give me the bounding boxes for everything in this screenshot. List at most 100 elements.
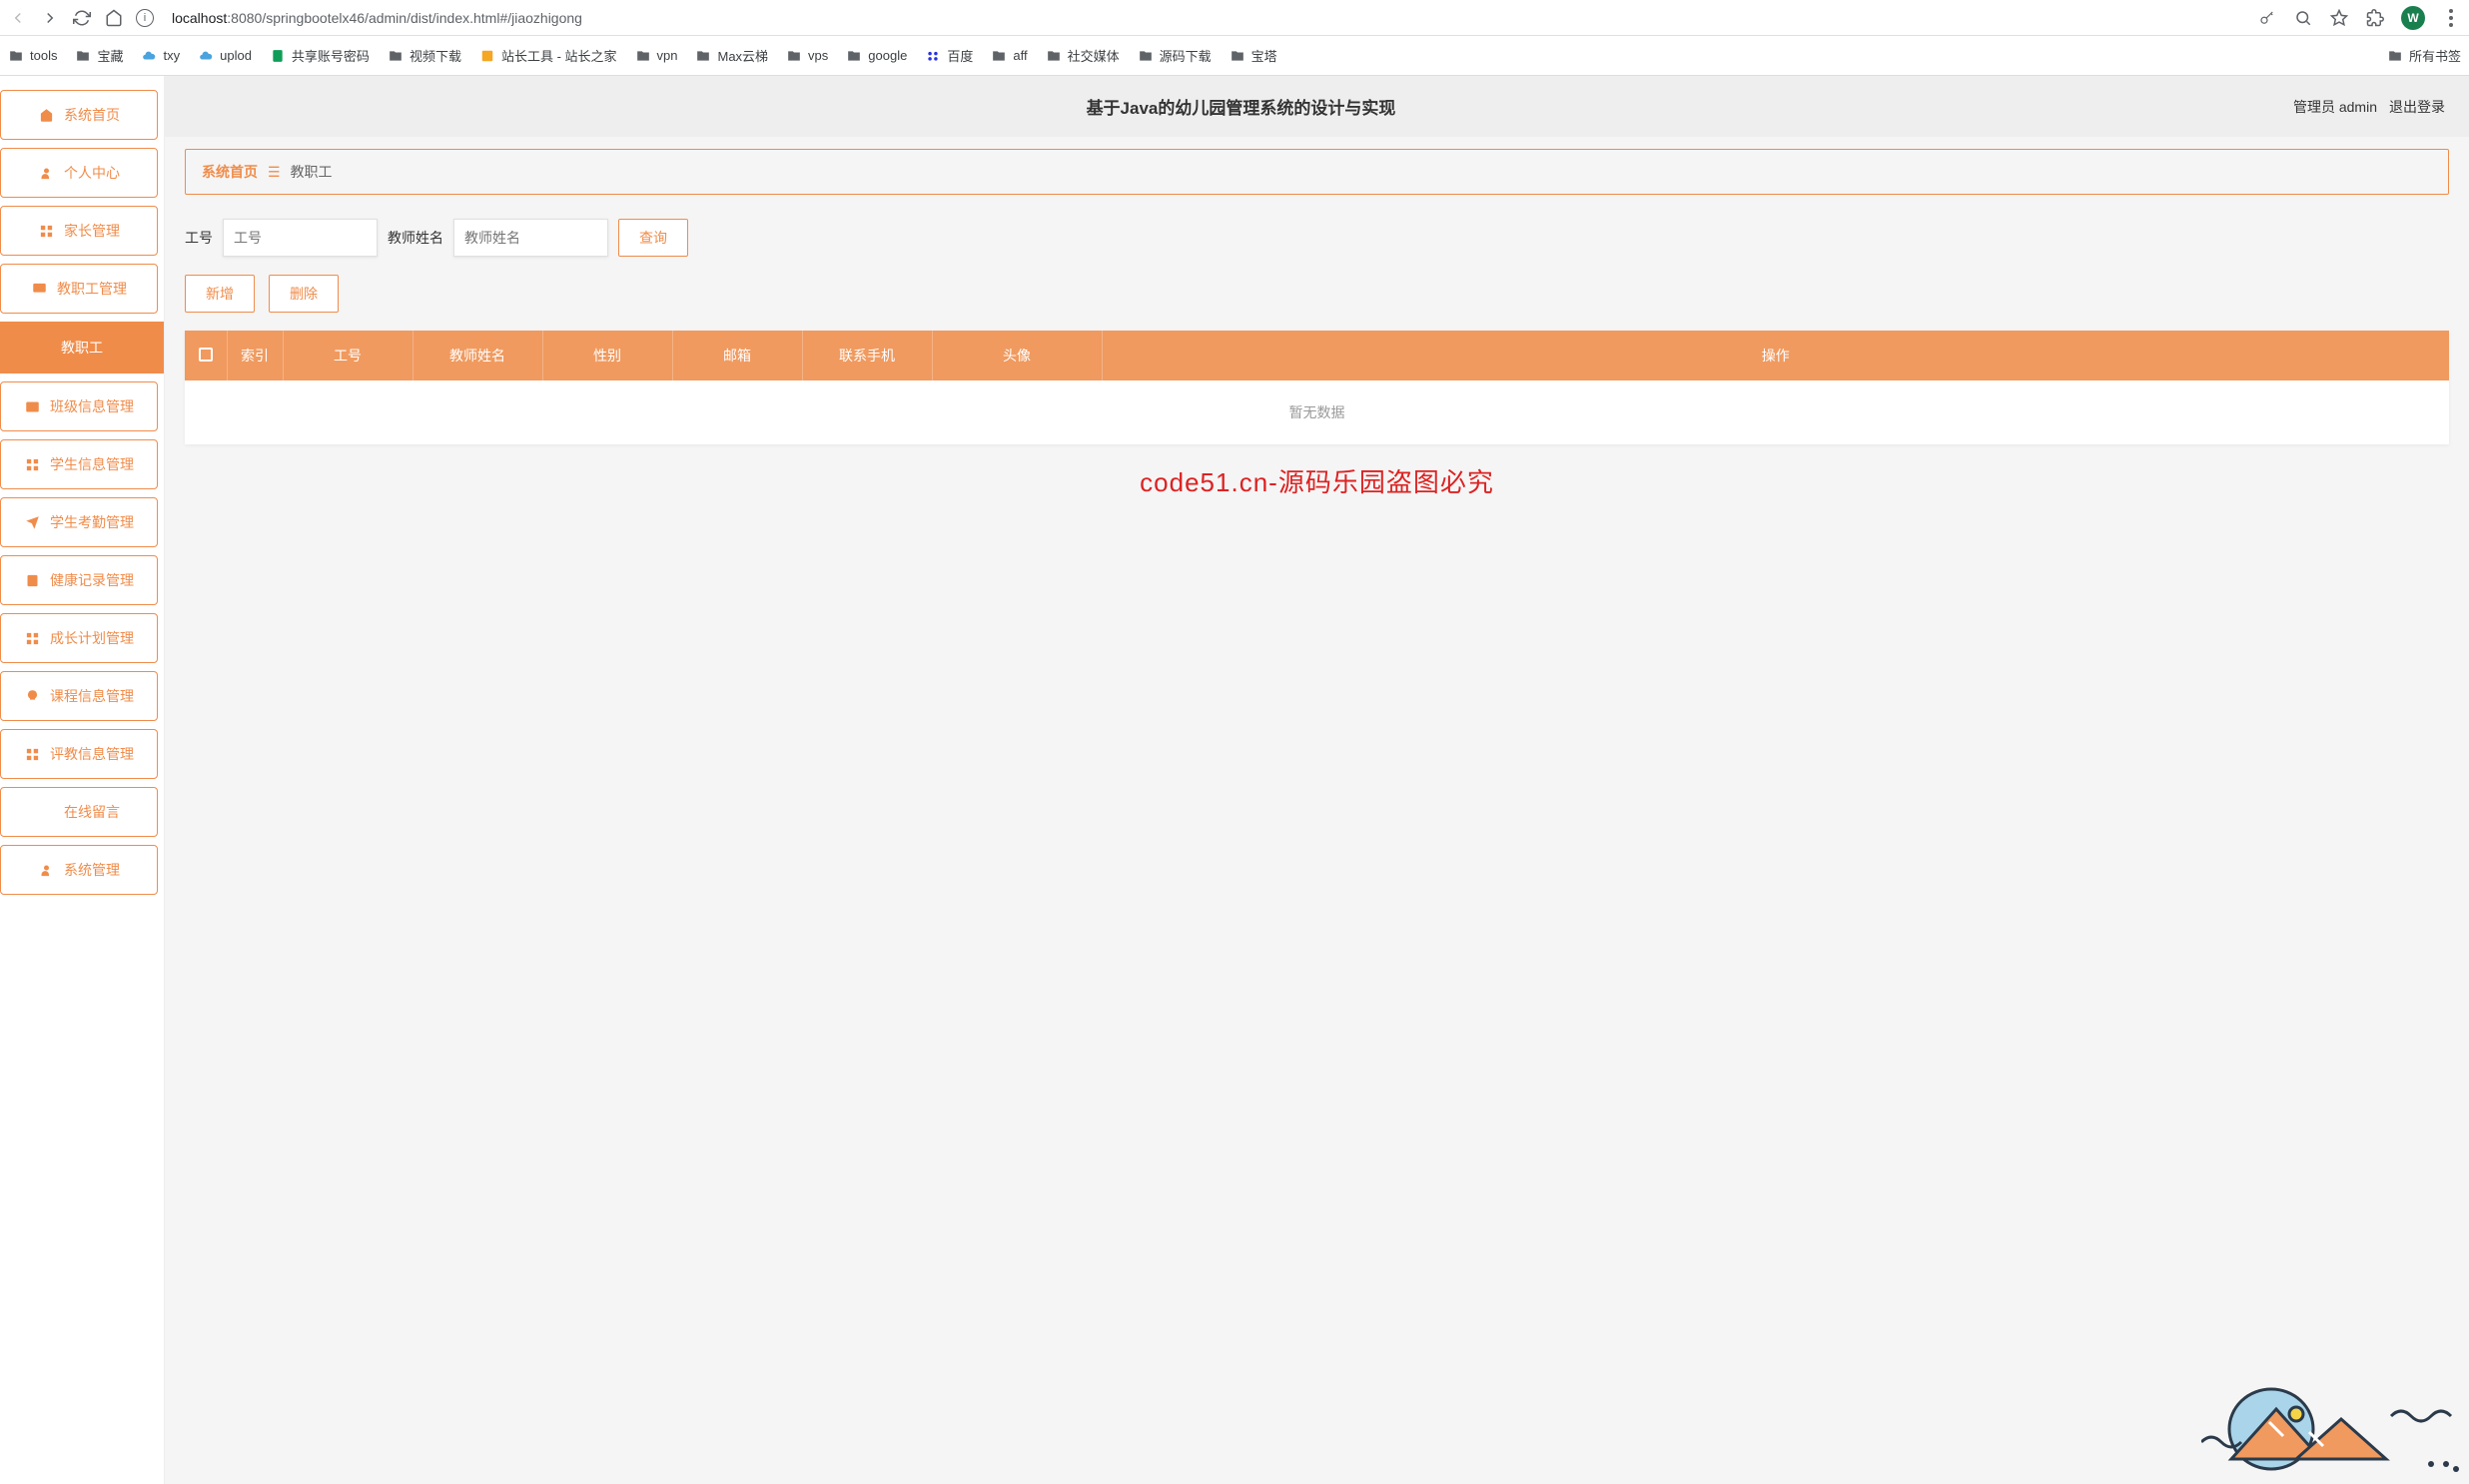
bookmark-item[interactable]: Max云梯 [695,46,768,65]
field2-input[interactable] [453,219,608,257]
bookmark-item[interactable]: 百度 [925,46,973,65]
bookmark-all[interactable]: 所有书签 [2387,46,2461,65]
sidebar-submenu-active[interactable]: 教职工 [0,322,164,373]
sidebar-item-label: 系统管理 [64,860,120,880]
bookmark-label: 站长工具 - 站长之家 [501,46,617,65]
sidebar-item-10[interactable]: 评教信息管理 [0,729,158,779]
bookmarks-bar: tools 宝藏 txy uplod 共享账号密码 视频下载 站长工具 - 站长之家 vpn M… [0,36,2469,76]
app-container: 系统首页个人中心家长管理教职工管理教职工班级信息管理学生信息管理学生考勤管理健康… [0,76,2469,1484]
sidebar-item-label: 在线留言 [64,802,120,822]
checkbox-icon[interactable] [199,348,213,362]
bookmark-label: tools [30,48,57,63]
bookmark-item[interactable]: 宝藏 [75,46,123,65]
bookmark-item[interactable]: 站长工具 - 站长之家 [479,46,617,65]
bookmark-item[interactable]: tools [8,48,57,63]
address-bar[interactable]: localhost:8080/springbootelx46/admin/dis… [166,10,2245,26]
action-row: 新增 删除 [185,275,2449,313]
field1-label: 工号 [185,228,213,248]
bookmark-label: 宝藏 [97,46,123,65]
sidebar-item-label: 班级信息管理 [50,396,134,416]
sidebar-item-label: 健康记录管理 [50,570,134,590]
browser-right-icons: W [2257,6,2461,30]
sidebar-item-7[interactable]: 健康记录管理 [0,555,158,605]
main-body: 系统首页 ☰ 教职工 工号 教师姓名 查询 新增 删除 索引 [165,137,2469,511]
table-empty-row: 暂无数据 [185,380,2449,444]
bookmark-item[interactable]: uplod [198,48,252,63]
breadcrumb-home[interactable]: 系统首页 [202,162,258,182]
site-info-icon[interactable]: i [136,9,154,27]
note-icon [24,572,40,588]
sidebar-item-4[interactable]: 班级信息管理 [0,381,158,431]
add-button[interactable]: 新增 [185,275,255,313]
user-icon [38,862,54,878]
home-icon[interactable] [104,8,124,28]
bookmark-item[interactable]: vpn [635,48,678,63]
col-phone: 联系手机 [802,331,932,380]
content-area: 基于Java的幼儿园管理系统的设计与实现 管理员 admin 退出登录 系统首页… [165,76,2469,1484]
logout-link[interactable]: 退出登录 [2389,97,2445,117]
chart-icon [38,804,54,820]
col-email: 邮箱 [672,331,802,380]
sidebar-item-label: 家长管理 [64,221,120,241]
select-all-header[interactable] [185,331,227,380]
bookmark-item[interactable]: 社交媒体 [1046,46,1120,65]
bookmark-item[interactable]: aff [991,48,1027,63]
reload-icon[interactable] [72,8,92,28]
star-icon[interactable] [2329,8,2349,28]
breadcrumb-sep-icon: ☰ [268,164,281,181]
sidebar-item-9[interactable]: 课程信息管理 [0,671,158,721]
browser-toolbar: i localhost:8080/springbootelx46/admin/d… [0,0,2469,36]
bookmark-item[interactable]: google [846,48,907,63]
bookmark-item[interactable]: 视频下载 [388,46,461,65]
field1-input[interactable] [223,219,378,257]
bookmark-item[interactable]: 宝塔 [1230,46,1277,65]
sidebar-item-label: 教职工管理 [57,279,127,299]
home-icon [38,107,54,123]
zoom-icon[interactable] [2293,8,2313,28]
query-button[interactable]: 查询 [618,219,688,257]
bookmark-label: vps [808,48,828,63]
bookmark-item[interactable]: 源码下载 [1138,46,1212,65]
delete-button[interactable]: 删除 [269,275,339,313]
sidebar-item-11[interactable]: 在线留言 [0,787,158,837]
menu-icon[interactable] [2441,8,2461,28]
bookmark-label: 源码下载 [1160,46,1212,65]
breadcrumb-current: 教职工 [291,162,333,182]
back-icon[interactable] [8,8,28,28]
sidebar-item-1[interactable]: 个人中心 [0,148,158,198]
bookmark-label: txy [163,48,180,63]
sidebar-item-0[interactable]: 系统首页 [0,90,158,140]
bookmark-label: 百度 [947,46,973,65]
sidebar-item-6[interactable]: 学生考勤管理 [0,497,158,547]
col-gender: 性别 [542,331,672,380]
watermark-text: code51.cn-源码乐园盗图必究 [185,462,2449,499]
grid-icon [24,630,40,646]
sidebar-item-label: 学生信息管理 [50,454,134,474]
sidebar-item-label: 学生考勤管理 [50,512,134,532]
key-icon[interactable] [2257,8,2277,28]
bookmark-label: uplod [220,48,252,63]
user-role[interactable]: 管理员 admin [2293,97,2377,117]
sidebar-item-12[interactable]: 系统管理 [0,845,158,895]
sidebar: 系统首页个人中心家长管理教职工管理教职工班级信息管理学生信息管理学生考勤管理健康… [0,76,165,1484]
sidebar-item-2[interactable]: 家长管理 [0,206,158,256]
plane-icon [24,514,40,530]
grid-icon [24,456,40,472]
col-gonghao: 工号 [283,331,412,380]
sidebar-item-5[interactable]: 学生信息管理 [0,439,158,489]
sidebar-item-8[interactable]: 成长计划管理 [0,613,158,663]
bookmark-item[interactable]: vps [786,48,828,63]
profile-avatar[interactable]: W [2401,6,2425,30]
extensions-icon[interactable] [2365,8,2385,28]
bookmark-item[interactable]: txy [141,48,180,63]
bookmark-label: 视频下载 [410,46,461,65]
col-avatar: 头像 [932,331,1102,380]
search-row: 工号 教师姓名 查询 [185,219,2449,257]
bookmark-item[interactable]: 共享账号密码 [270,46,370,65]
monitor-icon [31,281,47,297]
sidebar-item-3[interactable]: 教职工管理 [0,264,158,314]
user-icon [38,165,54,181]
forward-icon[interactable] [40,8,60,28]
bookmark-label: aff [1013,48,1027,63]
col-index: 索引 [227,331,283,380]
